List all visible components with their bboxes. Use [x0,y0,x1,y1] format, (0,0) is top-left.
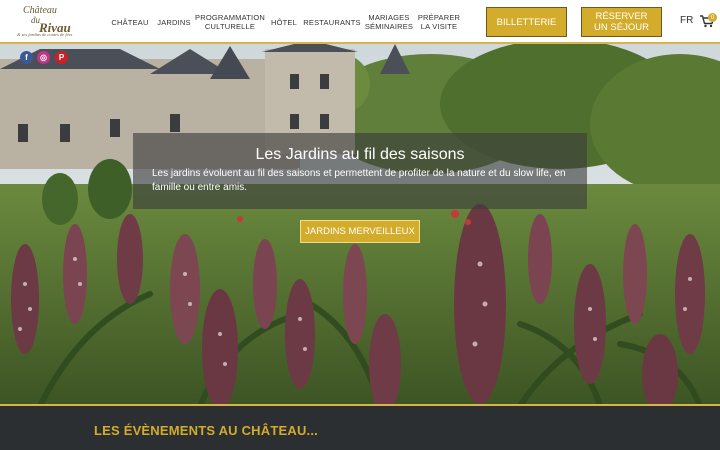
hero-title: Les Jardins au fil des saisons [255,146,465,163]
logo-tagline: & ses jardins de contes de fées [17,32,73,37]
nav-item-jardins[interactable]: JARDINS [155,0,193,44]
nav-item-restaurants[interactable]: RESTAURANTS [303,0,360,44]
nav-item-mariages[interactable]: MARIAGES SÉMINAIRES [364,0,414,44]
hero-description: Les jardins évoluent au fil des saisons … [152,168,566,193]
nav-item-hotel[interactable]: HÔTEL [268,0,300,44]
reserver-sejour-button[interactable]: RÉSERVER UN SÉJOUR [581,7,662,37]
cart-count-badge: 0 [708,13,717,22]
site-header: Château du Rivau & ses jardins de contes… [0,0,720,44]
jardins-merveilleux-button[interactable]: JARDINS MERVEILLEUX [300,220,420,243]
nav-item-programmation[interactable]: PROGRAMMATION CULTURELLE [195,0,265,44]
instagram-icon[interactable]: ◎ [37,51,50,64]
nav-item-chateau[interactable]: CHÂTEAU [110,0,150,44]
nav-item-preparer[interactable]: PRÉPARER LA VISITE [418,0,460,44]
facebook-icon[interactable]: f [20,51,33,64]
billetterie-button[interactable]: BILLETTERIE [486,7,567,37]
events-heading: LES ÉVÈNEMENTS AU CHÂTEAU... [94,423,318,438]
pinterest-icon[interactable]: P [55,51,68,64]
site-logo[interactable]: Château du Rivau & ses jardins de contes… [17,5,81,38]
language-selector[interactable]: FR [680,15,693,26]
